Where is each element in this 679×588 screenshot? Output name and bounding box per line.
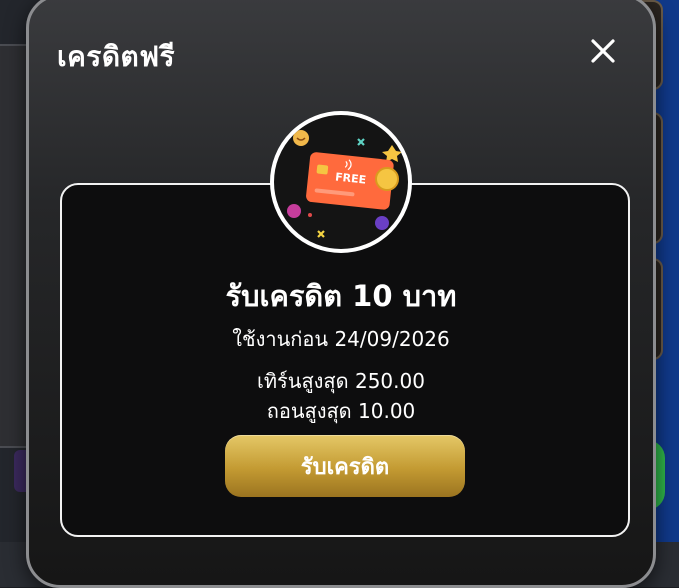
free-credit-card-icon: FREE: [287, 130, 402, 238]
max-turnover-text: เทิร์นสูงสุด 250.00: [257, 369, 425, 393]
modal-title: เครดิตฟรี: [57, 40, 176, 73]
close-button[interactable]: [585, 33, 621, 69]
reward-title: รับเครดิต 10 บาท: [225, 279, 457, 313]
free-credit-badge: FREE: [270, 111, 412, 253]
close-icon: [591, 39, 615, 63]
claim-credit-button[interactable]: รับเครดิต: [225, 435, 465, 497]
max-withdraw-text: ถอนสูงสุด 10.00: [266, 399, 416, 423]
expiry-date-text: ใช้งานก่อน 24/09/2026: [232, 327, 450, 351]
free-credit-modal: เครดิตฟรี FREE รับเครดิต 10 บาท ใช้งานก่…: [26, 0, 656, 588]
